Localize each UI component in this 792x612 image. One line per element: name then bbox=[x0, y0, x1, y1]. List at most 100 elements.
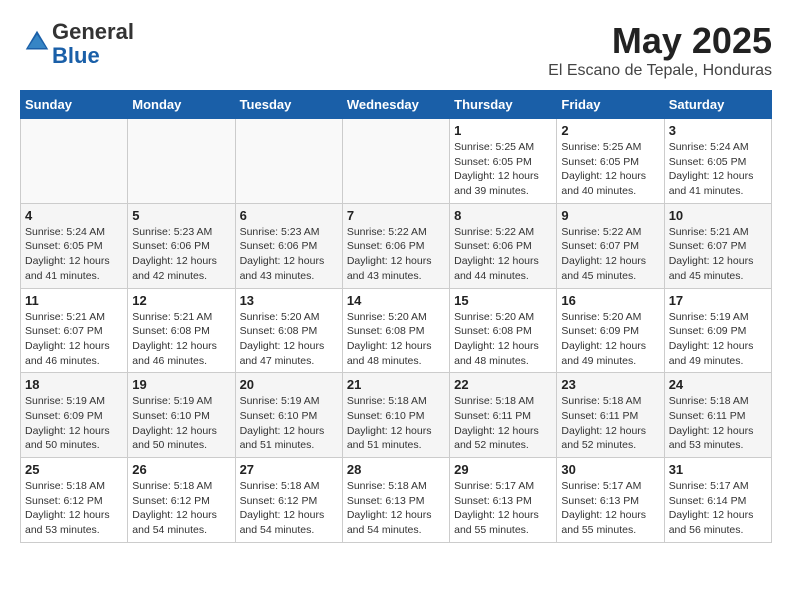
calendar-cell: 18 Sunrise: 5:19 AM Sunset: 6:09 PM Dayli… bbox=[21, 373, 128, 458]
day-info: Sunrise: 5:18 AM Sunset: 6:12 PM Dayligh… bbox=[25, 479, 123, 538]
day-info: Sunrise: 5:17 AM Sunset: 6:14 PM Dayligh… bbox=[669, 479, 767, 538]
day-info: Sunrise: 5:18 AM Sunset: 6:11 PM Dayligh… bbox=[454, 394, 552, 453]
day-number: 25 bbox=[25, 462, 123, 477]
calendar-cell: 24 Sunrise: 5:18 AM Sunset: 6:11 PM Dayli… bbox=[664, 373, 771, 458]
day-number: 11 bbox=[25, 293, 123, 308]
logo-general: General bbox=[52, 19, 134, 44]
day-info: Sunrise: 5:25 AM Sunset: 6:05 PM Dayligh… bbox=[454, 140, 552, 199]
day-header-tuesday: Tuesday bbox=[235, 91, 342, 119]
days-header-row: SundayMondayTuesdayWednesdayThursdayFrid… bbox=[21, 91, 772, 119]
calendar-cell: 1 Sunrise: 5:25 AM Sunset: 6:05 PM Daylig… bbox=[450, 119, 557, 204]
calendar-cell: 7 Sunrise: 5:22 AM Sunset: 6:06 PM Daylig… bbox=[342, 203, 449, 288]
calendar-cell: 4 Sunrise: 5:24 AM Sunset: 6:05 PM Daylig… bbox=[21, 203, 128, 288]
day-number: 30 bbox=[561, 462, 659, 477]
calendar-cell bbox=[21, 119, 128, 204]
calendar-cell: 5 Sunrise: 5:23 AM Sunset: 6:06 PM Daylig… bbox=[128, 203, 235, 288]
day-header-friday: Friday bbox=[557, 91, 664, 119]
title-section: May 2025 El Escano de Tepale, Honduras bbox=[548, 20, 772, 80]
calendar-cell: 3 Sunrise: 5:24 AM Sunset: 6:05 PM Daylig… bbox=[664, 119, 771, 204]
calendar-cell: 15 Sunrise: 5:20 AM Sunset: 6:08 PM Dayli… bbox=[450, 288, 557, 373]
calendar-cell: 14Sunrise: 5:20 AM Sunset: 6:08 PM Dayli… bbox=[342, 288, 449, 373]
day-info: Sunrise: 5:20 AM Sunset: 6:08 PM Dayligh… bbox=[240, 310, 338, 369]
day-number: 20 bbox=[240, 377, 338, 392]
day-info: Sunrise: 5:18 AM Sunset: 6:12 PM Dayligh… bbox=[132, 479, 230, 538]
day-info: Sunrise: 5:24 AM Sunset: 6:05 PM Dayligh… bbox=[25, 225, 123, 284]
day-number: 12 bbox=[132, 293, 230, 308]
day-info: Sunrise: 5:19 AM Sunset: 6:10 PM Dayligh… bbox=[132, 394, 230, 453]
day-info: Sunrise: 5:18 AM Sunset: 6:11 PM Dayligh… bbox=[561, 394, 659, 453]
day-number: 16 bbox=[561, 293, 659, 308]
week-row-5: 25 Sunrise: 5:18 AM Sunset: 6:12 PM Dayli… bbox=[21, 458, 772, 543]
day-info: Sunrise: 5:23 AM Sunset: 6:06 PM Dayligh… bbox=[132, 225, 230, 284]
day-info: Sunrise: 5:22 AM Sunset: 6:06 PM Dayligh… bbox=[454, 225, 552, 284]
day-number: 5 bbox=[132, 208, 230, 223]
day-number: 13 bbox=[240, 293, 338, 308]
day-info: Sunrise: 5:18 AM Sunset: 6:13 PM Dayligh… bbox=[347, 479, 445, 538]
logo: General Blue bbox=[20, 20, 134, 68]
day-info: Sunrise: 5:21 AM Sunset: 6:07 PM Dayligh… bbox=[25, 310, 123, 369]
day-info: Sunrise: 5:20 AM Sunset: 6:08 PM Dayligh… bbox=[454, 310, 552, 369]
day-info: Sunrise: 5:18 AM Sunset: 6:10 PM Dayligh… bbox=[347, 394, 445, 453]
day-header-thursday: Thursday bbox=[450, 91, 557, 119]
day-number: 21 bbox=[347, 377, 445, 392]
day-number: 18 bbox=[25, 377, 123, 392]
day-info: Sunrise: 5:20 AM Sunset: 6:09 PM Dayligh… bbox=[561, 310, 659, 369]
day-number: 17 bbox=[669, 293, 767, 308]
calendar-cell: 28 Sunrise: 5:18 AM Sunset: 6:13 PM Dayli… bbox=[342, 458, 449, 543]
calendar-cell bbox=[235, 119, 342, 204]
day-info: Sunrise: 5:22 AM Sunset: 6:06 PM Dayligh… bbox=[347, 225, 445, 284]
calendar-cell: 31Sunrise: 5:17 AM Sunset: 6:14 PM Dayli… bbox=[664, 458, 771, 543]
calendar-cell: 2 Sunrise: 5:25 AM Sunset: 6:05 PM Daylig… bbox=[557, 119, 664, 204]
month-year-title: May 2025 bbox=[548, 20, 772, 62]
day-number: 23 bbox=[561, 377, 659, 392]
day-info: Sunrise: 5:19 AM Sunset: 6:09 PM Dayligh… bbox=[25, 394, 123, 453]
day-info: Sunrise: 5:22 AM Sunset: 6:07 PM Dayligh… bbox=[561, 225, 659, 284]
calendar-cell: 26 Sunrise: 5:18 AM Sunset: 6:12 PM Dayli… bbox=[128, 458, 235, 543]
day-info: Sunrise: 5:18 AM Sunset: 6:12 PM Dayligh… bbox=[240, 479, 338, 538]
calendar-cell: 9Sunrise: 5:22 AM Sunset: 6:07 PM Daylig… bbox=[557, 203, 664, 288]
day-info: Sunrise: 5:25 AM Sunset: 6:05 PM Dayligh… bbox=[561, 140, 659, 199]
calendar-cell: 16 Sunrise: 5:20 AM Sunset: 6:09 PM Dayli… bbox=[557, 288, 664, 373]
day-number: 2 bbox=[561, 123, 659, 138]
day-number: 27 bbox=[240, 462, 338, 477]
day-info: Sunrise: 5:23 AM Sunset: 6:06 PM Dayligh… bbox=[240, 225, 338, 284]
day-info: Sunrise: 5:17 AM Sunset: 6:13 PM Dayligh… bbox=[561, 479, 659, 538]
calendar-cell: 21 Sunrise: 5:18 AM Sunset: 6:10 PM Dayli… bbox=[342, 373, 449, 458]
day-number: 4 bbox=[25, 208, 123, 223]
day-number: 1 bbox=[454, 123, 552, 138]
day-info: Sunrise: 5:21 AM Sunset: 6:07 PM Dayligh… bbox=[669, 225, 767, 284]
day-info: Sunrise: 5:18 AM Sunset: 6:11 PM Dayligh… bbox=[669, 394, 767, 453]
day-info: Sunrise: 5:17 AM Sunset: 6:13 PM Dayligh… bbox=[454, 479, 552, 538]
day-info: Sunrise: 5:20 AM Sunset: 6:08 PM Dayligh… bbox=[347, 310, 445, 369]
week-row-3: 11 Sunrise: 5:21 AM Sunset: 6:07 PM Dayli… bbox=[21, 288, 772, 373]
calendar-cell: 23 Sunrise: 5:18 AM Sunset: 6:11 PM Dayli… bbox=[557, 373, 664, 458]
logo-text: General Blue bbox=[52, 20, 134, 68]
day-info: Sunrise: 5:24 AM Sunset: 6:05 PM Dayligh… bbox=[669, 140, 767, 199]
day-number: 10 bbox=[669, 208, 767, 223]
calendar-cell: 11 Sunrise: 5:21 AM Sunset: 6:07 PM Dayli… bbox=[21, 288, 128, 373]
week-row-4: 18 Sunrise: 5:19 AM Sunset: 6:09 PM Dayli… bbox=[21, 373, 772, 458]
logo-icon bbox=[22, 27, 52, 57]
day-header-monday: Monday bbox=[128, 91, 235, 119]
calendar-cell: 30 Sunrise: 5:17 AM Sunset: 6:13 PM Dayli… bbox=[557, 458, 664, 543]
day-number: 22 bbox=[454, 377, 552, 392]
calendar-cell bbox=[342, 119, 449, 204]
day-number: 26 bbox=[132, 462, 230, 477]
calendar-cell: 6Sunrise: 5:23 AM Sunset: 6:06 PM Daylig… bbox=[235, 203, 342, 288]
day-number: 7 bbox=[347, 208, 445, 223]
day-header-wednesday: Wednesday bbox=[342, 91, 449, 119]
location-title: El Escano de Tepale, Honduras bbox=[548, 62, 772, 80]
day-number: 8 bbox=[454, 208, 552, 223]
week-row-2: 4 Sunrise: 5:24 AM Sunset: 6:05 PM Daylig… bbox=[21, 203, 772, 288]
day-header-saturday: Saturday bbox=[664, 91, 771, 119]
day-number: 19 bbox=[132, 377, 230, 392]
day-number: 28 bbox=[347, 462, 445, 477]
day-number: 24 bbox=[669, 377, 767, 392]
day-number: 15 bbox=[454, 293, 552, 308]
day-number: 3 bbox=[669, 123, 767, 138]
calendar-cell: 17Sunrise: 5:19 AM Sunset: 6:09 PM Dayli… bbox=[664, 288, 771, 373]
week-row-1: 1 Sunrise: 5:25 AM Sunset: 6:05 PM Daylig… bbox=[21, 119, 772, 204]
calendar-cell: 22 Sunrise: 5:18 AM Sunset: 6:11 PM Dayli… bbox=[450, 373, 557, 458]
day-number: 29 bbox=[454, 462, 552, 477]
calendar-cell: 13 Sunrise: 5:20 AM Sunset: 6:08 PM Dayli… bbox=[235, 288, 342, 373]
